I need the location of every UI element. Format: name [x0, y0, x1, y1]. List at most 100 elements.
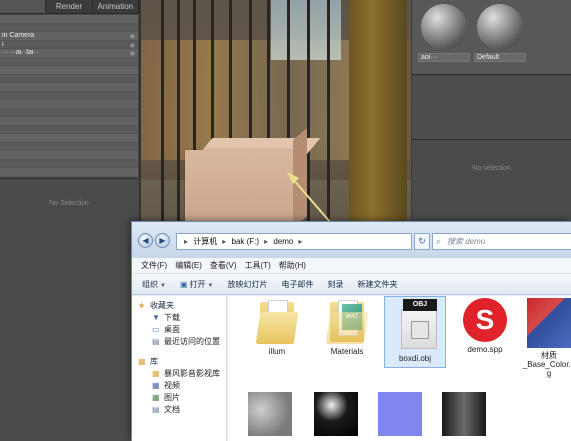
- material-preview: [412, 76, 571, 140]
- menu-file[interactable]: 文件(F): [141, 260, 167, 271]
- outline-label: in Camera: [2, 32, 35, 39]
- substance-painter-icon: S: [463, 298, 507, 342]
- material-slot[interactable]: aoi···: [418, 4, 470, 62]
- image-thumbnail-icon[interactable]: [378, 392, 422, 436]
- eye-icon[interactable]: ◉: [130, 50, 135, 57]
- tab-animation[interactable]: Animation: [93, 0, 139, 13]
- file-name: 材质_Base_Color.p g: [522, 351, 571, 378]
- tab-scene[interactable]: [0, 0, 47, 13]
- slideshow-button[interactable]: 放映幻灯片: [227, 279, 267, 290]
- outline-label: ······ai··fai··: [2, 49, 39, 56]
- menu-tools[interactable]: 工具(T): [245, 260, 271, 271]
- new-folder-button[interactable]: 新建文件夹: [357, 279, 397, 290]
- outline-row[interactable]: [0, 108, 138, 117]
- outline-row[interactable]: in Camera ◉: [0, 32, 138, 41]
- breadcrumb-drive[interactable]: bak (F:): [232, 237, 260, 246]
- chevron-right-icon: ▸: [298, 237, 303, 246]
- folder-icon: [255, 298, 299, 344]
- picture-icon: ▦: [152, 393, 160, 402]
- nav-item-desktop[interactable]: ▭ 桌面: [132, 324, 226, 336]
- image-thumbnail-icon[interactable]: [248, 392, 292, 436]
- nav-item-recent[interactable]: ▤ 最近访问的位置: [132, 336, 226, 348]
- desktop-icon: ▭: [152, 325, 160, 334]
- image-thumbnail-icon[interactable]: [442, 392, 486, 436]
- outline-row[interactable]: [0, 100, 138, 109]
- outline-row[interactable]: [0, 91, 138, 100]
- chevron-right-icon: ▸: [222, 237, 227, 246]
- nav-item-downloads[interactable]: ▼ 下载: [132, 312, 226, 324]
- file-item-demo-spp[interactable]: S demo.spp: [454, 298, 516, 354]
- nav-item-videos[interactable]: ▦ 视频: [132, 380, 226, 392]
- file-item-base-color[interactable]: 材质_Base_Color.p g: [518, 298, 571, 378]
- outline-row[interactable]: [0, 23, 138, 32]
- open-button[interactable]: ▣ 打开 ▼: [180, 279, 214, 290]
- outline-row[interactable]: [0, 134, 138, 143]
- material-list: aoi··· Default: [412, 0, 571, 75]
- outline-row[interactable]: i ◉: [0, 40, 138, 49]
- outline-row[interactable]: ······ai··fai·· ◉: [0, 49, 138, 58]
- search-input[interactable]: ⌕ 搜索 demo: [432, 233, 571, 250]
- nav-item-documents[interactable]: ▤ 文档: [132, 404, 226, 416]
- burn-button[interactable]: 刻录: [327, 279, 343, 290]
- cube-side: [293, 128, 307, 228]
- outline-row[interactable]: [0, 125, 138, 134]
- railing-bar: [177, 0, 180, 230]
- media-library-icon: ▦: [152, 369, 160, 378]
- breadcrumb-computer[interactable]: 计算机: [193, 237, 217, 246]
- nav-item-library-media[interactable]: ▦ 暴风影音影视库: [132, 368, 226, 380]
- star-icon: ★: [138, 301, 146, 310]
- nav-libraries[interactable]: ▦ 库: [132, 356, 226, 368]
- address-bar-row: ◀ ▶ ▸ 计算机 ▸ bak (F:) ▸ demo ▸ ↻ ⌕ 搜索 demo: [132, 222, 571, 258]
- tab-render[interactable]: Render: [46, 0, 93, 13]
- nav-item-label: 暴风影音影视库: [164, 369, 220, 378]
- outline-row[interactable]: [0, 83, 138, 92]
- refresh-icon[interactable]: ↻: [414, 233, 430, 250]
- document-icon: ▤: [152, 405, 160, 414]
- nav-favorites-label: 收藏夹: [150, 301, 174, 310]
- eye-icon[interactable]: ◉: [130, 42, 135, 49]
- email-button[interactable]: 电子邮件: [281, 279, 313, 290]
- material-slot[interactable]: Default: [474, 4, 526, 62]
- outline-row[interactable]: [0, 117, 138, 126]
- file-name: demo.spp: [467, 345, 503, 354]
- outline-row[interactable]: [0, 159, 138, 168]
- forward-arrow-icon[interactable]: ▶: [155, 233, 170, 248]
- railing-bar: [327, 0, 330, 230]
- material-sphere-icon: [421, 4, 467, 50]
- outline-row[interactable]: [0, 142, 138, 151]
- back-arrow-icon[interactable]: ◀: [138, 233, 153, 248]
- file-item-boxdi-obj[interactable]: OBJ boxdi.obj: [384, 296, 446, 368]
- file-item-illum[interactable]: illum: [246, 298, 308, 356]
- outline-row[interactable]: [0, 74, 138, 83]
- organize-button[interactable]: 组织 ▼: [142, 279, 166, 290]
- outline-row[interactable]: [0, 15, 138, 24]
- file-name: illum: [268, 347, 286, 356]
- panel-divider[interactable]: [0, 178, 138, 179]
- image-thumbnail-icon[interactable]: [314, 392, 358, 436]
- chevron-down-icon: ▼: [160, 282, 166, 289]
- menu-view[interactable]: 查看(V): [210, 260, 237, 271]
- recent-places-icon: ▤: [152, 337, 160, 346]
- organize-label: 组织: [142, 279, 158, 289]
- nav-favorites[interactable]: ★ 收藏夹: [132, 300, 226, 312]
- file-name: Materials: [330, 347, 364, 356]
- image-thumbnail-icon: [527, 298, 571, 348]
- cube-model[interactable]: [185, 150, 293, 230]
- outline-row[interactable]: [0, 168, 138, 177]
- nav-item-label: 桌面: [164, 325, 180, 334]
- outline-row[interactable]: [0, 151, 138, 160]
- breadcrumb-demo[interactable]: demo: [273, 237, 293, 246]
- address-bar[interactable]: ▸ 计算机 ▸ bak (F:) ▸ demo ▸: [176, 233, 412, 250]
- file-item-materials[interactable]: MAT Materials: [316, 298, 378, 356]
- menu-edit[interactable]: 编辑(E): [175, 260, 202, 271]
- outline-row[interactable]: [0, 66, 138, 75]
- menu-help[interactable]: 帮助(H): [279, 260, 306, 271]
- outline-row[interactable]: [0, 57, 138, 66]
- eye-icon[interactable]: ◉: [130, 33, 135, 40]
- material-label: aoi···: [418, 53, 470, 62]
- nav-item-pictures[interactable]: ▦ 图片: [132, 392, 226, 404]
- railing-bar: [307, 0, 310, 230]
- open-icon: ▣: [179, 279, 188, 289]
- scene-outline: in Camera ◉ i ◉ ······ai··fai·· ◉: [0, 15, 138, 177]
- open-label: 打开: [189, 279, 206, 289]
